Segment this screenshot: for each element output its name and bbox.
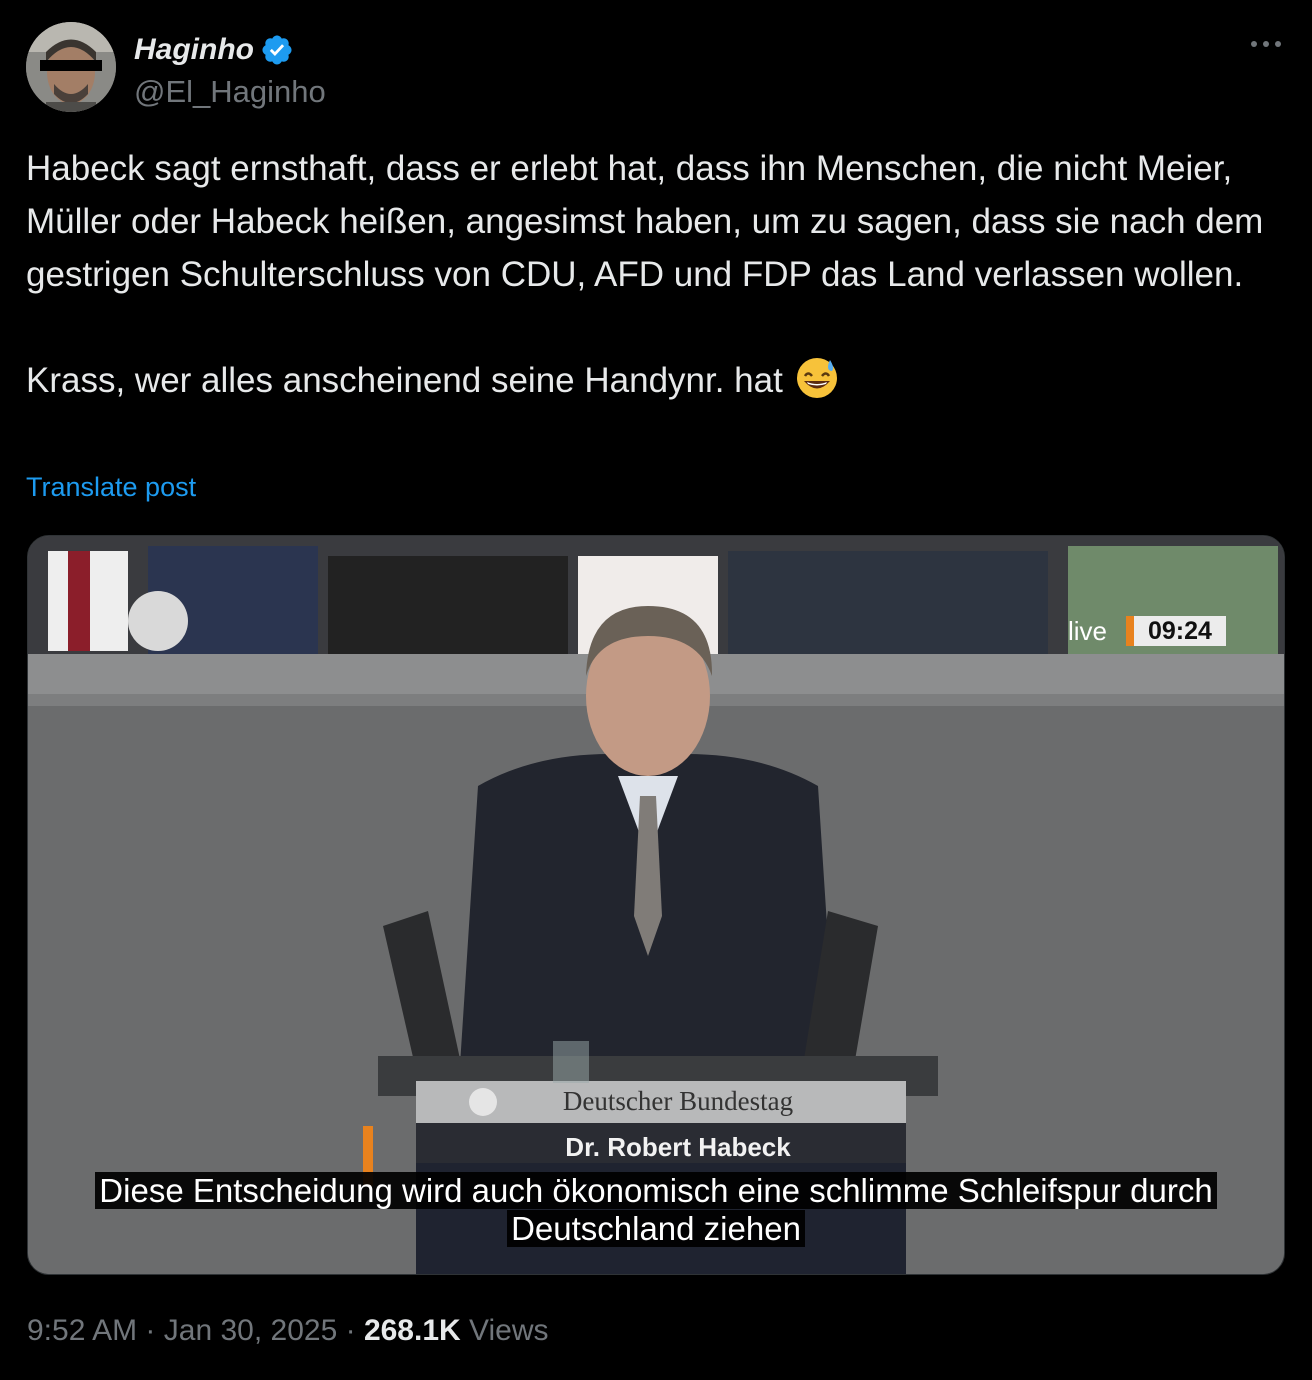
lectern-title: Deutscher Bundestag [562,1086,794,1116]
post-meta: 9:52 AM · Jan 30, 2025 · 268.1K Views [27,1314,549,1348]
post-time[interactable]: 9:52 AM [27,1314,137,1347]
post-body: Habeck sagt ernsthaft, dass er erlebt ha… [26,149,1264,400]
live-label: live [1068,616,1108,646]
translate-post-link[interactable]: Translate post [26,472,196,503]
caption-text-2: Deutschland ziehen [507,1210,805,1247]
meta-separator: · [145,1314,156,1347]
avatar[interactable] [26,22,116,112]
views-count[interactable]: 268.1K [364,1314,461,1347]
name-row: Haginho [134,30,294,70]
video-caption-line-2: Deutschland ziehen [28,1210,1284,1248]
post-text: Habeck sagt ernsthaft, dass er erlebt ha… [26,142,1288,407]
avatar-photo-icon [26,22,116,112]
views-label: Views [469,1314,549,1347]
post-date[interactable]: Jan 30, 2025 [164,1314,337,1347]
caption-text-1: Diese Entscheidung wird auch ökonomisch … [95,1172,1217,1209]
video-caption-line-1: Diese Entscheidung wird auch ökonomisch … [28,1172,1284,1210]
lectern-name: Dr. Robert Habeck [565,1132,791,1162]
display-name[interactable]: Haginho [134,33,254,67]
post-header: Haginho @El_Haginho [26,22,1286,114]
meta-separator: · [345,1314,356,1347]
video-player[interactable]: live 09:24 Deutscher Bundestag Dr. Rober… [27,535,1285,1275]
user-handle[interactable]: @El_Haginho [134,74,326,110]
verified-badge-icon [262,35,292,65]
grinning-face-with-sweat-icon [796,358,837,398]
more-horizontal-icon[interactable] [1246,32,1286,62]
live-time: 09:24 [1126,616,1226,646]
